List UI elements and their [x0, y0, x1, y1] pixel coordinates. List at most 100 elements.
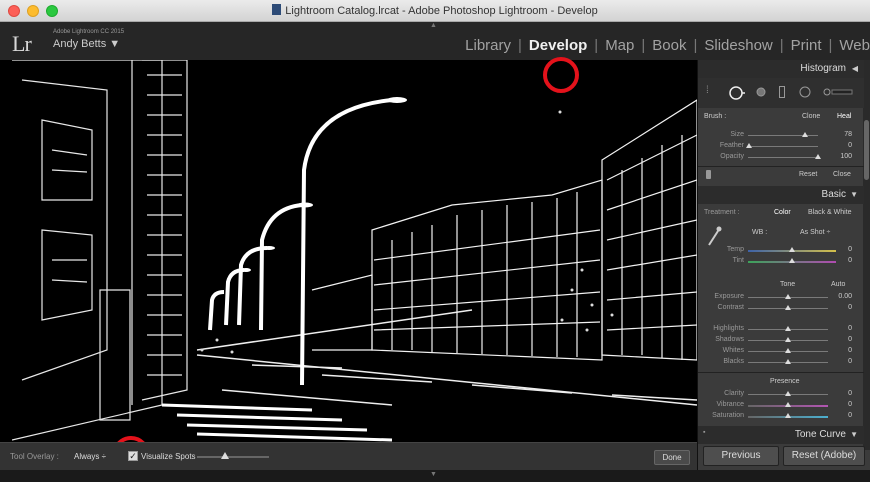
contrast-label: Contrast: [717, 304, 744, 311]
basic-title: Basic: [821, 189, 846, 200]
tint-label: Tint: [732, 257, 744, 264]
photo-visualize-spots: [12, 60, 697, 442]
switch-icon[interactable]: ▪: [703, 429, 705, 436]
black-white-button[interactable]: Black & White: [808, 209, 852, 216]
exposure-value[interactable]: 0.00: [830, 293, 852, 300]
panel-scrollbar-thumb[interactable]: [864, 120, 869, 180]
visualize-threshold-knob[interactable]: [221, 452, 229, 459]
wb-select[interactable]: As Shot ÷: [800, 229, 830, 236]
presence-divider: [698, 372, 864, 373]
histogram-title: Histogram: [800, 63, 846, 74]
graduated-filter-icon[interactable]: [779, 86, 785, 98]
module-separator: |: [693, 37, 698, 54]
temp-value[interactable]: 0: [836, 246, 852, 253]
triangle-up-icon[interactable]: ▲: [430, 22, 437, 29]
panel-scrollbar[interactable]: [863, 60, 870, 450]
opacity-label: Opacity: [720, 153, 744, 160]
visualize-spots-checkbox[interactable]: ✓: [128, 451, 138, 461]
presence-label: Presence: [770, 378, 800, 385]
module-develop[interactable]: Develop: [529, 37, 587, 54]
vibrance-knob[interactable]: [785, 402, 791, 407]
shadows-value[interactable]: 0: [830, 336, 852, 343]
adjustment-brush-icon[interactable]: [823, 87, 853, 97]
module-picker: Library | Develop | Map | Book | Slideshow | Print…: [465, 37, 870, 54]
saturation-label: Saturation: [712, 412, 744, 419]
tool-overlay-select[interactable]: Always ÷: [74, 452, 106, 461]
blacks-knob[interactable]: [785, 359, 791, 364]
module-book[interactable]: Book: [652, 37, 686, 54]
treatment-label: Treatment :: [704, 209, 740, 216]
wb-label: WB :: [752, 229, 768, 236]
module-web[interactable]: Web: [839, 37, 870, 54]
temp-label: Temp: [726, 246, 744, 253]
saturation-value[interactable]: 0: [830, 412, 852, 419]
whites-label: Whites: [722, 347, 744, 354]
color-button[interactable]: Color: [774, 209, 791, 216]
user-name[interactable]: Andy Betts ▼: [53, 38, 120, 50]
size-label: Size: [730, 131, 744, 138]
highlights-knob[interactable]: [785, 326, 791, 331]
module-library[interactable]: Library: [465, 37, 511, 54]
size-knob[interactable]: [802, 132, 808, 137]
auto-tone-button[interactable]: Auto: [831, 281, 845, 288]
triangle-down-icon[interactable]: ▼: [430, 471, 437, 478]
visualize-threshold-slider[interactable]: [197, 456, 269, 458]
exposure-knob[interactable]: [785, 294, 791, 299]
triangle-left-icon: ◀: [851, 64, 858, 73]
feather-slider[interactable]: [748, 146, 818, 147]
heal-button[interactable]: Heal: [837, 113, 851, 120]
reset-adobe-button[interactable]: Reset (Adobe): [783, 446, 865, 466]
tool-overlay-label: Tool Overlay :: [10, 452, 59, 461]
red-eye-icon[interactable]: [755, 86, 767, 98]
contrast-knob[interactable]: [785, 305, 791, 310]
whites-value[interactable]: 0: [830, 347, 852, 354]
clarity-value[interactable]: 0: [830, 390, 852, 397]
spot-removal-icon[interactable]: [728, 85, 746, 101]
triangle-down-icon: ▼: [850, 430, 858, 439]
contrast-value[interactable]: 0: [830, 304, 852, 311]
tone-label: Tone: [780, 281, 796, 288]
blacks-label: Blacks: [723, 358, 744, 365]
vibrance-value[interactable]: 0: [830, 401, 852, 408]
tone-curve-header[interactable]: ▪ Tone Curve ▼: [698, 426, 864, 444]
feather-knob[interactable]: [746, 143, 752, 148]
radial-filter-icon[interactable]: [798, 85, 812, 99]
feather-value[interactable]: 0: [828, 142, 852, 149]
size-value[interactable]: 78: [828, 131, 852, 138]
shadows-label: Shadows: [715, 336, 744, 343]
opacity-value[interactable]: 100: [828, 153, 852, 160]
brush-divider: [698, 166, 864, 167]
opacity-knob[interactable]: [815, 154, 821, 159]
basic-header[interactable]: Basic ▼: [698, 186, 864, 204]
brush-label: Brush :: [704, 113, 727, 120]
brush-pin-icon[interactable]: [706, 170, 711, 179]
tint-knob[interactable]: [789, 258, 795, 263]
blacks-value[interactable]: 0: [830, 358, 852, 365]
opacity-slider[interactable]: [748, 157, 818, 158]
visualize-spots-label: Visualize Spots: [141, 452, 196, 461]
tint-value[interactable]: 0: [836, 257, 852, 264]
module-slideshow[interactable]: Slideshow: [704, 37, 772, 54]
brush-reset-button[interactable]: Reset: [799, 171, 817, 178]
module-separator: |: [828, 37, 833, 54]
done-button[interactable]: Done: [654, 450, 690, 465]
eyedropper-icon[interactable]: [706, 225, 722, 247]
grid-icon[interactable]: ⁞: [706, 86, 718, 98]
shadows-knob[interactable]: [785, 337, 791, 342]
window-title-text: Lightroom Catalog.lrcat - Adobe Photosho…: [285, 5, 598, 17]
module-print[interactable]: Print: [791, 37, 822, 54]
temp-knob[interactable]: [789, 247, 795, 252]
image-canvas[interactable]: [0, 60, 697, 442]
highlights-value[interactable]: 0: [830, 325, 852, 332]
saturation-knob[interactable]: [785, 413, 791, 418]
previous-button[interactable]: Previous: [703, 446, 779, 466]
histogram-header[interactable]: Histogram ◀: [698, 60, 864, 78]
clone-button[interactable]: Clone: [802, 113, 820, 120]
module-map[interactable]: Map: [605, 37, 634, 54]
feather-label: Feather: [719, 142, 744, 149]
module-separator: |: [518, 37, 522, 54]
whites-knob[interactable]: [785, 348, 791, 353]
highlights-label: Highlights: [713, 325, 744, 332]
clarity-knob[interactable]: [785, 391, 791, 396]
brush-close-button[interactable]: Close: [833, 171, 851, 178]
